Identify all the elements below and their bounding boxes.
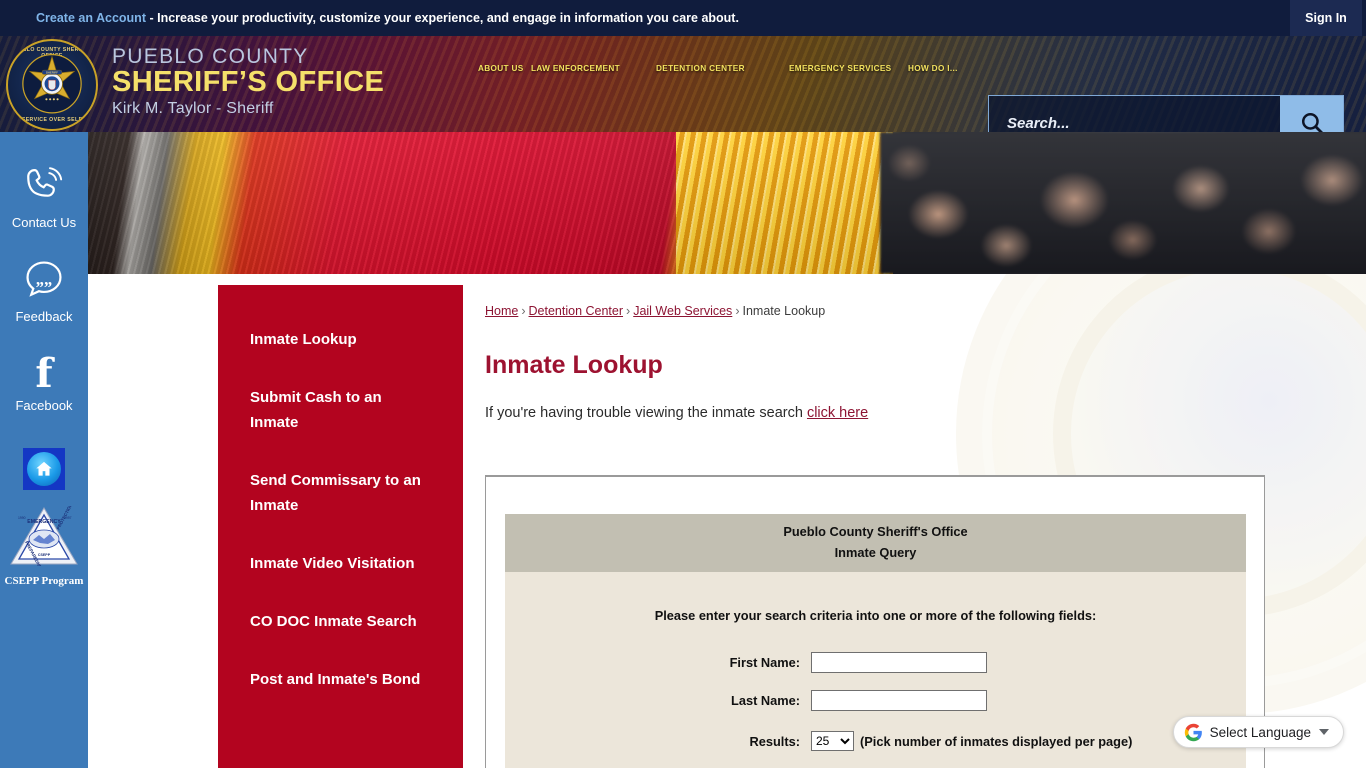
lede-text: If you're having trouble viewing the inm… [485, 405, 807, 421]
nav-item-how-do-i[interactable]: HOW DO I... [908, 64, 968, 73]
rail-label-feedback: Feedback [15, 309, 73, 324]
svg-text:„„: „„ [36, 269, 53, 288]
hero-banner-image [88, 132, 1366, 274]
search-input[interactable] [989, 96, 1280, 132]
sidebar-item-submit-cash[interactable]: Submit Cash to an Inmate [250, 385, 431, 435]
create-account-tagline: - Increase your productivity, customize … [145, 11, 739, 25]
search-button[interactable] [1280, 96, 1343, 132]
results-row: Results: 255075100 (Pick number of inmat… [505, 731, 1246, 751]
content-area: Inmate Lookup Submit Cash to an Inmate S… [88, 274, 1366, 768]
home-icon [36, 461, 52, 476]
rail-item-contact-us[interactable]: Contact Us [0, 164, 88, 230]
first-name-input[interactable] [811, 652, 987, 673]
last-name-label: Last Name: [731, 693, 800, 708]
sidebar-item-inmate-lookup[interactable]: Inmate Lookup [250, 327, 431, 352]
first-name-label: First Name: [729, 655, 800, 670]
site-header: PUEBLO COUNTY SHERIFF'S OFFICE SHERIFF S… [0, 36, 1366, 132]
last-name-input[interactable] [811, 690, 987, 711]
inmate-query-body: Please enter your search criteria into o… [505, 572, 1246, 768]
search-icon [1301, 112, 1323, 132]
google-g-icon [1184, 723, 1202, 741]
rail-item-csepp[interactable]: EMERGENCY 1990 1997 PREPAREDNESS PROTECT… [0, 503, 88, 587]
site-title-line1: PUEBLO COUNTY [112, 45, 309, 68]
inmate-query-header-line2: Inmate Query [834, 545, 917, 560]
top-utility-bar: Create an Account - Increase your produc… [0, 0, 1366, 36]
badge-ring-bottom-text: SERVICE OVER SELF [21, 117, 83, 123]
inmate-query-header: Pueblo County Sheriff's Office Inmate Qu… [505, 514, 1246, 572]
translate-label: Select Language [1209, 724, 1311, 740]
main-column: Home › Detention Center › Jail Web Services ›… [485, 274, 1285, 436]
home-circle [27, 452, 61, 486]
home-tile [23, 448, 65, 490]
rail-item-feedback[interactable]: „„ Feedback [0, 258, 88, 324]
lede-paragraph: If you're having trouble viewing the inm… [485, 405, 1285, 421]
page-title: Inmate Lookup [485, 351, 663, 379]
breadcrumb-item-current: Inmate Lookup [742, 304, 826, 318]
hero-sheen [88, 132, 1366, 274]
breadcrumb-item-detention-center[interactable]: Detention Center [529, 304, 624, 318]
svg-text:EMERGENCY: EMERGENCY [27, 519, 61, 525]
inmate-query-header-line1: Pueblo County Sheriff's Office [783, 524, 968, 539]
breadcrumb-item-home[interactable]: Home [485, 304, 518, 318]
inmate-query-inner: Pueblo County Sheriff's Office Inmate Qu… [505, 514, 1246, 768]
csepp-triangle-icon: EMERGENCY 1990 1997 PREPAREDNESS PROTECT… [10, 503, 78, 574]
sidebar-item-inmate-video-visitation[interactable]: Inmate Video Visitation [250, 551, 431, 576]
badge-star-icon: SHERIFF [22, 53, 82, 114]
rail-item-home[interactable] [0, 448, 88, 490]
phone-icon [27, 167, 63, 197]
breadcrumb: Home › Detention Center › Jail Web Services ›… [485, 274, 1285, 318]
section-side-menu: Inmate Lookup Submit Cash to an Inmate S… [218, 285, 463, 768]
results-per-page-select[interactable]: 255075100 [811, 731, 854, 751]
results-hint: (Pick number of inmates displayed per pa… [860, 733, 1133, 749]
last-name-row: Last Name: [505, 690, 1246, 711]
rail-label-facebook: Facebook [15, 398, 73, 413]
nav-item-law-enforcement[interactable]: LAW ENFORCEMENT [531, 64, 656, 73]
site-title-line2: SHERIFF’S OFFICE [112, 66, 385, 99]
rail-item-facebook[interactable]: f Facebook [0, 350, 88, 414]
svg-text:CSEPP: CSEPP [38, 553, 51, 557]
nav-item-about-us[interactable]: ABOUT US [478, 64, 531, 73]
site-search [988, 95, 1344, 132]
breadcrumb-item-jail-web-services[interactable]: Jail Web Services [633, 304, 732, 318]
create-account-message: Create an Account - Increase your produc… [36, 0, 739, 36]
breadcrumb-separator-1: › [521, 304, 526, 318]
breadcrumb-separator-2: › [626, 304, 631, 318]
svg-text:SHERIFF: SHERIFF [46, 71, 58, 75]
sign-in-button[interactable]: Sign In [1290, 0, 1362, 36]
rail-label-contact-us: Contact Us [11, 215, 77, 230]
breadcrumb-separator-3: › [735, 304, 740, 318]
sidebar-item-post-inmate-bond[interactable]: Post and Inmate's Bond [250, 667, 431, 692]
quote-bubble-icon: „„ [26, 261, 62, 297]
social-rail: Contact Us „„ Feedback f Facebook EMERGE… [0, 132, 88, 768]
inmate-query-panel: Pueblo County Sheriff's Office Inmate Qu… [485, 475, 1265, 768]
sidebar-item-co-doc-inmate-search[interactable]: CO DOC Inmate Search [250, 609, 431, 634]
inmate-query-instruction: Please enter your search criteria into o… [654, 608, 1097, 623]
nav-item-detention-center[interactable]: DETENTION CENTER [656, 64, 789, 73]
sheriff-badge-logo[interactable]: PUEBLO COUNTY SHERIFF'S OFFICE SHERIFF S… [6, 39, 98, 131]
google-translate-widget[interactable]: Select Language [1172, 716, 1344, 748]
rail-label-csepp: CSEPP Program [4, 575, 84, 587]
sidebar-item-send-commissary[interactable]: Send Commissary to an Inmate [250, 468, 431, 518]
nav-item-emergency-services[interactable]: EMERGENCY SERVICES [789, 64, 908, 73]
chevron-down-icon [1319, 729, 1329, 735]
create-account-link[interactable]: Create an Account [36, 11, 146, 25]
facebook-icon: f [35, 350, 53, 397]
click-here-link[interactable]: click here [807, 405, 868, 421]
svg-text:1990: 1990 [18, 516, 26, 520]
main-navigation: ABOUT US LAW ENFORCEMENT DETENTION CENTE… [478, 64, 968, 73]
results-label: Results: [749, 733, 801, 749]
first-name-row: First Name: [505, 652, 1246, 673]
site-title[interactable]: PUEBLO COUNTY SHERIFF’S OFFICE Kirk M. T… [112, 45, 385, 118]
site-title-line3: Kirk M. Taylor - Sheriff [112, 99, 274, 117]
